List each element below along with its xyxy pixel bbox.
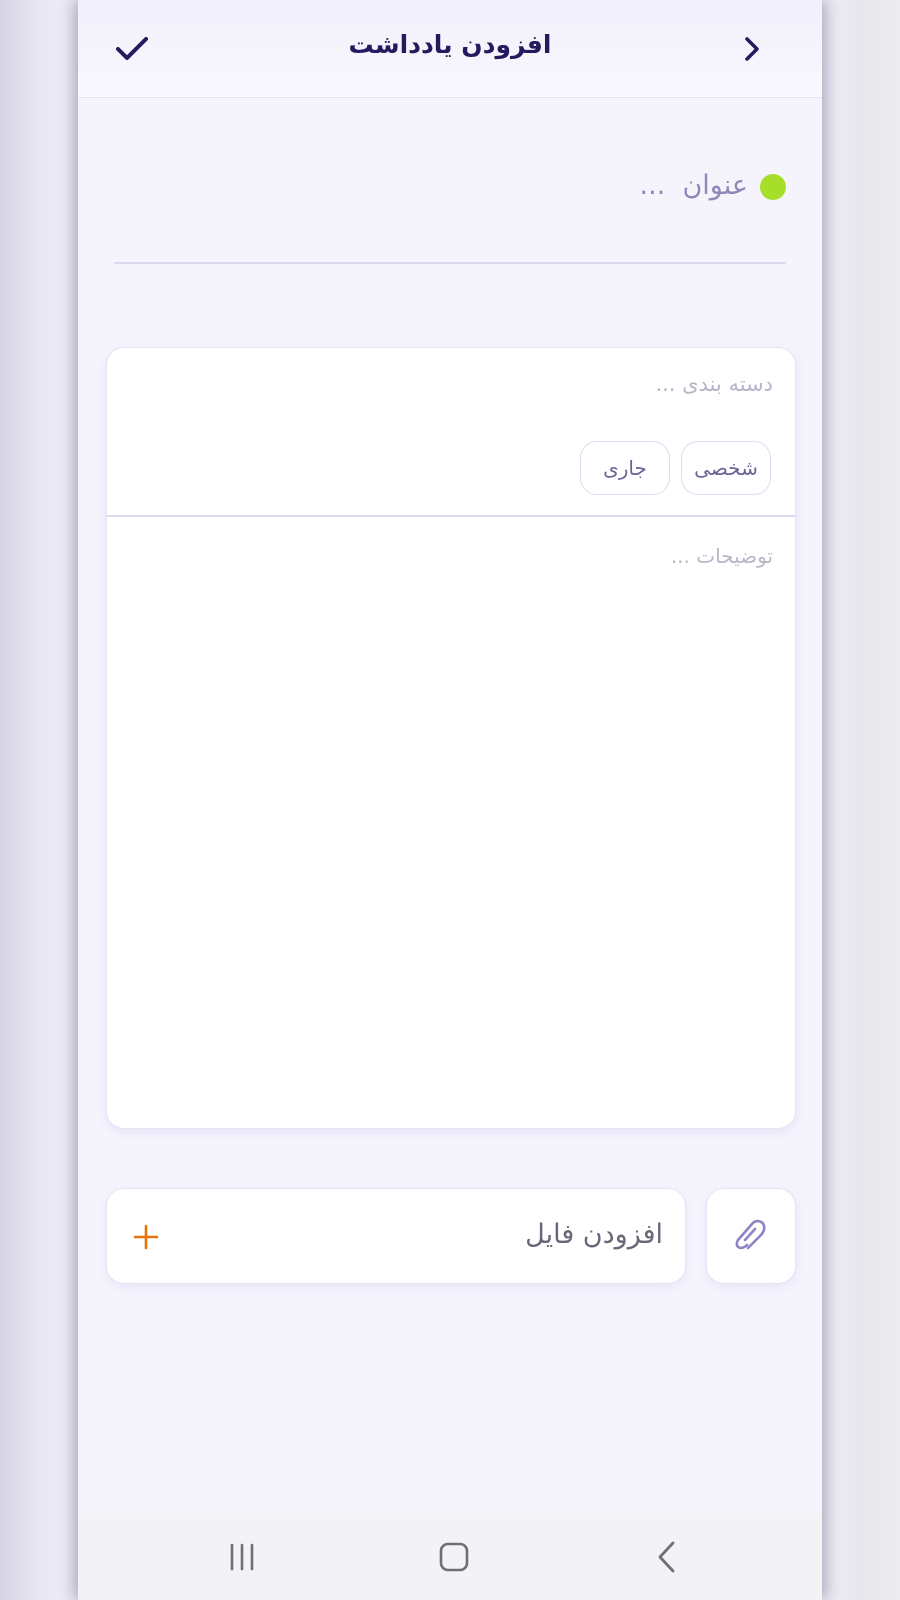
category-chip-personal[interactable]: شخصی xyxy=(681,441,771,495)
add-file-label: افزودن فایل xyxy=(525,1219,663,1250)
back-icon xyxy=(658,1541,675,1573)
top-bar: افزودن یادداشت xyxy=(78,0,822,98)
page-title: افزودن یادداشت xyxy=(348,30,552,59)
note-title-input[interactable] xyxy=(378,160,748,210)
system-navigation-bar xyxy=(78,1514,822,1600)
paperclip-icon xyxy=(735,1219,766,1250)
chevron-right-icon xyxy=(745,37,759,61)
plus-icon xyxy=(133,1220,159,1254)
home-icon xyxy=(439,1542,469,1572)
attach-button[interactable] xyxy=(706,1188,796,1284)
recents-button[interactable] xyxy=(219,1534,265,1580)
category-label: دسته بندی ... xyxy=(655,372,773,396)
add-file-button[interactable]: افزودن فایل xyxy=(106,1188,686,1284)
note-content-card: دسته بندی ... شخصی جاری xyxy=(106,347,796,1129)
category-chip-current[interactable]: جاری xyxy=(580,441,670,495)
recents-icon xyxy=(230,1543,254,1571)
description-textarea[interactable] xyxy=(131,544,773,1104)
back-button[interactable] xyxy=(732,29,772,69)
note-title-row xyxy=(78,150,822,220)
app-screen: افزودن یادداشت دسته بندی ... شخصی جاری ا… xyxy=(78,0,822,1600)
home-button[interactable] xyxy=(431,1534,477,1580)
card-divider xyxy=(107,515,795,517)
system-back-button[interactable] xyxy=(643,1534,689,1580)
title-underline xyxy=(114,262,786,264)
note-color-dot[interactable] xyxy=(760,174,786,200)
